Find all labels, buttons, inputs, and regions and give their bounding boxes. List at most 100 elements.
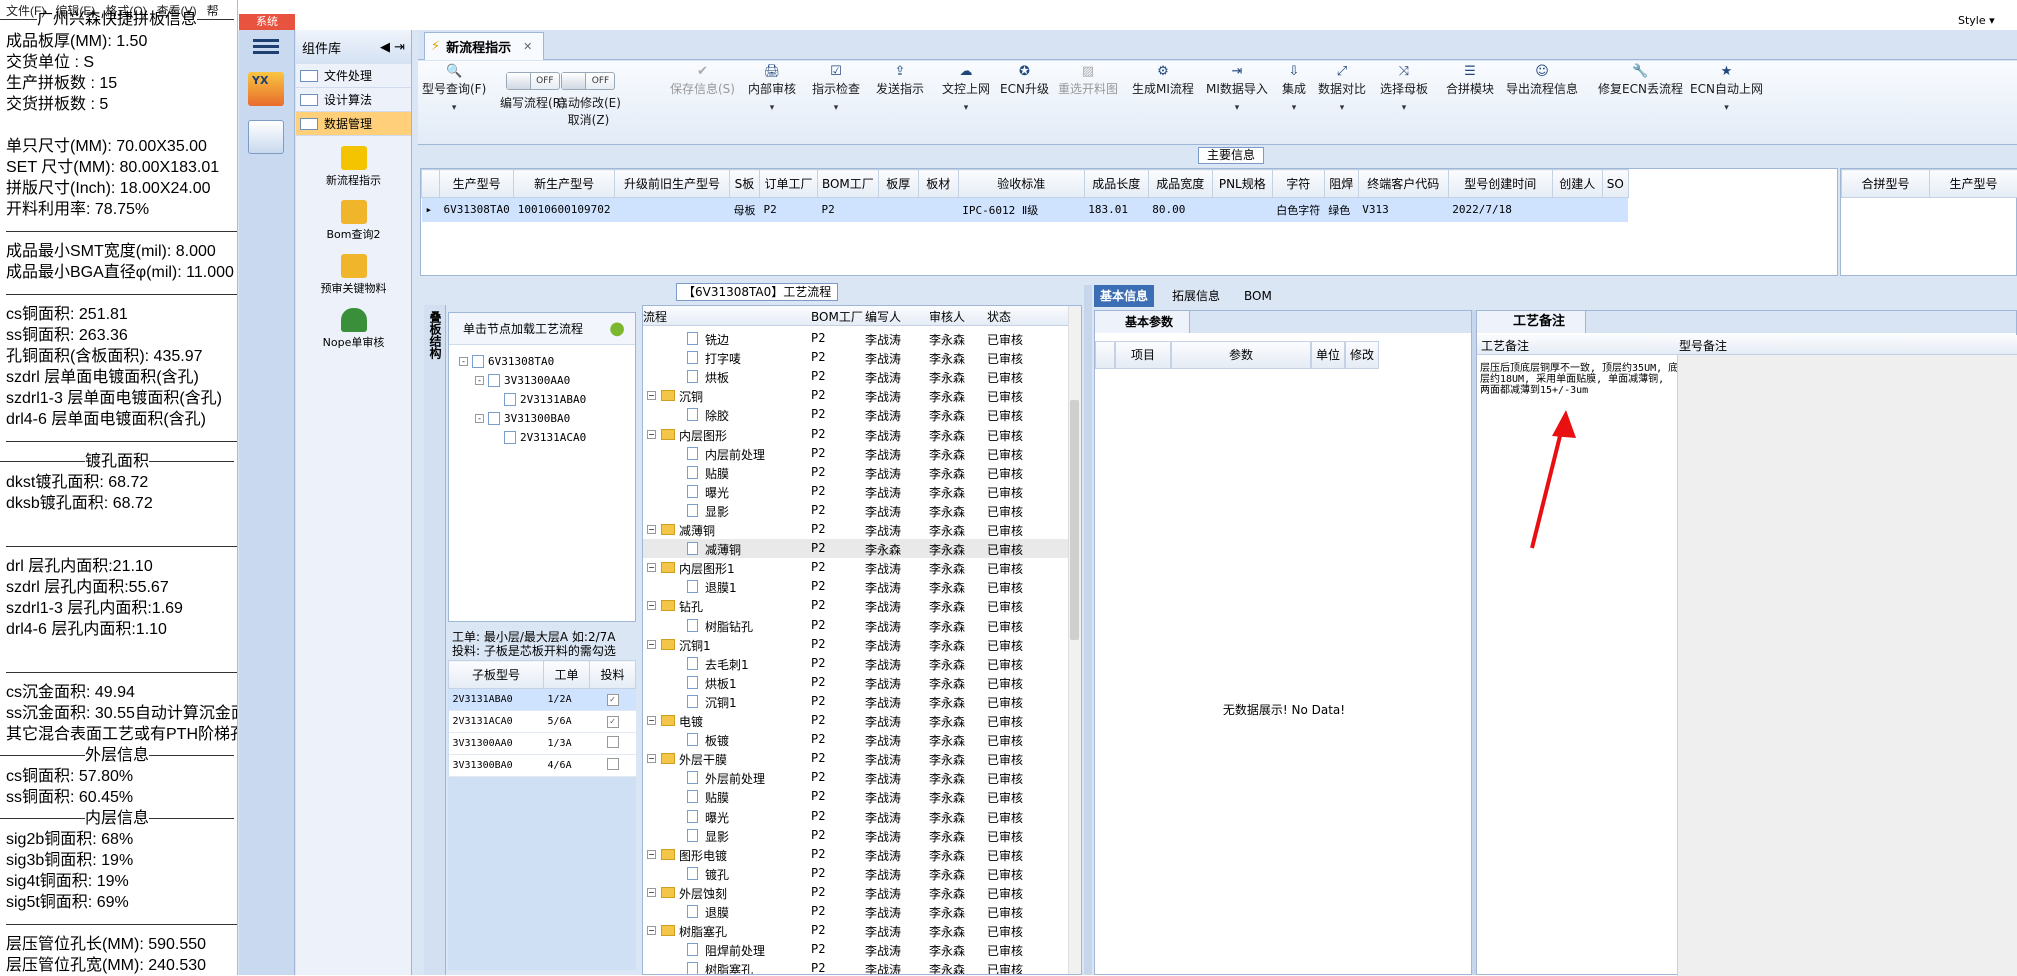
grid-column-header[interactable]: 新生产型号 bbox=[514, 170, 615, 198]
grid-cell[interactable] bbox=[918, 198, 958, 222]
grid-cell[interactable] bbox=[1552, 198, 1602, 222]
grid-cell[interactable]: 白色字符 bbox=[1272, 198, 1324, 222]
structure-side-tab[interactable]: 叠板结构 bbox=[424, 305, 446, 975]
process-row[interactable]: 减薄铜P2李永森李永森已审核 bbox=[643, 539, 1069, 558]
process-row[interactable]: 贴膜P2李战涛李永森已审核 bbox=[643, 787, 1069, 806]
table-row[interactable]: 2V3131ACA05/6A✓ bbox=[449, 711, 636, 733]
chevron-down-icon[interactable]: ▾ bbox=[942, 103, 990, 113]
grid-cell[interactable]: IPC-6012 Ⅱ级 bbox=[958, 198, 1084, 222]
chevron-down-icon[interactable]: ▾ bbox=[1282, 103, 1306, 113]
process-row[interactable]: 打字唛P2李战涛李永森已审核 bbox=[643, 348, 1069, 367]
params-column-header[interactable]: 修改 bbox=[1345, 341, 1379, 369]
grid-cell[interactable]: 6V31308TA0 bbox=[440, 198, 514, 222]
process-row[interactable]: −树脂塞孔P2李战涛李永森已审核 bbox=[643, 921, 1069, 940]
grid-column-header[interactable]: PNL规格 bbox=[1212, 170, 1272, 198]
feed-checkbox-cell[interactable] bbox=[590, 755, 636, 777]
style-menu[interactable]: Style ▾ bbox=[1958, 14, 1995, 27]
table-row[interactable]: ▸6V31308TA010010600109702母板P2P2IPC-6012 … bbox=[422, 198, 1629, 222]
feed-checkbox-cell[interactable]: ✓ bbox=[590, 689, 636, 711]
process-column-header[interactable]: 流程 bbox=[643, 308, 667, 325]
process-row[interactable]: −沉铜1P2李战涛李永森已审核 bbox=[643, 635, 1069, 654]
yx-logo-icon[interactable]: YX bbox=[248, 72, 284, 106]
process-row[interactable]: 阻焊前处理P2李战涛李永森已审核 bbox=[643, 940, 1069, 959]
process-column-header[interactable]: 审核人 bbox=[929, 308, 965, 325]
params-column-header[interactable]: 单位 bbox=[1311, 341, 1345, 369]
grid-cell[interactable]: 80.00 bbox=[1148, 198, 1212, 222]
feed-checkbox-cell[interactable]: ✓ bbox=[590, 711, 636, 733]
chevron-down-icon[interactable]: ▾ bbox=[1690, 103, 1763, 113]
ribbon-button[interactable]: ✪ECN升级 bbox=[1000, 64, 1049, 97]
collapse-icon[interactable]: − bbox=[647, 563, 656, 572]
ribbon-button[interactable]: OFF启动修改(E)取消(Z) bbox=[556, 72, 621, 128]
tree-node[interactable]: -6V31308TA0 bbox=[459, 355, 554, 368]
collapse-icon[interactable]: − bbox=[647, 888, 656, 897]
grid-cell[interactable]: 10010600109702 bbox=[514, 198, 615, 222]
expand-collapse-icon[interactable]: - bbox=[475, 376, 484, 385]
tree-node[interactable]: -3V31300AA0 bbox=[475, 374, 570, 387]
calculator-icon[interactable] bbox=[248, 120, 284, 154]
grid-cell[interactable]: P2 bbox=[759, 198, 817, 222]
process-row[interactable]: 去毛刺1P2李战涛李永森已审核 bbox=[643, 654, 1069, 673]
grid-column-header[interactable]: 订单工厂 bbox=[759, 170, 817, 198]
big-tool-0[interactable]: 新流程指示 bbox=[296, 146, 411, 188]
lib-item[interactable]: 设计算法 bbox=[296, 88, 411, 112]
system-button[interactable]: 系统 bbox=[239, 14, 295, 30]
grid-column-header[interactable]: 生产型号 bbox=[440, 170, 514, 198]
process-row[interactable]: 曝光P2李战涛李永森已审核 bbox=[643, 482, 1069, 501]
ribbon-button[interactable]: ⤢数据对比▾ bbox=[1318, 64, 1366, 113]
collapse-icons[interactable]: ◀ ⇥ bbox=[380, 40, 405, 55]
process-row[interactable]: 沉铜1P2李战涛李永森已审核 bbox=[643, 692, 1069, 711]
lib-item[interactable]: 文件处理 bbox=[296, 64, 411, 88]
grid-column-header[interactable]: 终端客户代码 bbox=[1358, 170, 1448, 198]
grid-column-header[interactable]: 合拼型号 bbox=[1842, 170, 1930, 198]
grid-column-header[interactable]: 字符 bbox=[1272, 170, 1324, 198]
process-row[interactable]: 曝光P2李战涛李永森已审核 bbox=[643, 807, 1069, 826]
collapse-icon[interactable]: − bbox=[647, 391, 656, 400]
feed-checkbox-cell[interactable] bbox=[590, 733, 636, 755]
grid-column-header[interactable]: 升级前旧生产型号 bbox=[614, 170, 729, 198]
tree-node[interactable]: 2V3131ACA0 bbox=[491, 431, 586, 444]
process-row[interactable]: 显影P2李战涛李永森已审核 bbox=[643, 826, 1069, 845]
feed-checkbox[interactable]: ✓ bbox=[607, 694, 619, 706]
process-column-header[interactable]: 状态 bbox=[987, 308, 1011, 325]
ribbon-button[interactable]: ⇩集成▾ bbox=[1282, 64, 1306, 113]
grid-cell[interactable] bbox=[1602, 198, 1628, 222]
process-row[interactable]: −内层图形P2李战涛李永森已审核 bbox=[643, 425, 1069, 444]
grid-column-header[interactable]: S板 bbox=[729, 170, 759, 198]
process-row[interactable]: 铣边P2李战涛李永森已审核 bbox=[643, 329, 1069, 348]
process-row[interactable]: −内层图形1P2李战涛李永森已审核 bbox=[643, 558, 1069, 577]
ribbon-button[interactable]: ⇪发送指示 bbox=[876, 64, 924, 97]
process-row[interactable]: 镀孔P2李战涛李永森已审核 bbox=[643, 864, 1069, 883]
grid-column-header[interactable]: 阻焊 bbox=[1324, 170, 1358, 198]
process-row[interactable]: −电镀P2李战涛李永森已审核 bbox=[643, 711, 1069, 730]
process-row[interactable]: 除胶P2李战涛李永森已审核 bbox=[643, 405, 1069, 424]
grid-column-header[interactable]: 子板型号 bbox=[449, 661, 544, 689]
grid-column-header[interactable]: 投料 bbox=[590, 661, 636, 689]
grid-cell[interactable] bbox=[614, 198, 729, 222]
ribbon-button[interactable]: ☺导出流程信息 bbox=[1506, 64, 1578, 97]
model-remark-area[interactable] bbox=[1677, 355, 2017, 976]
chevron-down-icon[interactable]: ▾ bbox=[422, 103, 486, 113]
expand-collapse-icon[interactable]: - bbox=[459, 357, 468, 366]
grid-cell[interactable]: P2 bbox=[817, 198, 878, 222]
tab-new-process[interactable]: ⚡ 新流程指示 ✕ bbox=[424, 32, 544, 60]
process-row[interactable]: −钻孔P2李战涛李永森已审核 bbox=[643, 596, 1069, 615]
process-row[interactable]: −外层蚀刻P2李战涛李永森已审核 bbox=[643, 883, 1069, 902]
feed-checkbox[interactable] bbox=[607, 758, 619, 770]
process-row[interactable]: 外层前处理P2李战涛李永森已审核 bbox=[643, 768, 1069, 787]
ribbon-button[interactable]: 🖨内部审核▾ bbox=[748, 64, 796, 113]
collapse-icon[interactable]: − bbox=[647, 640, 656, 649]
grid-cell[interactable]: 母板 bbox=[729, 198, 759, 222]
process-row[interactable]: 板镀P2李战涛李永森已审核 bbox=[643, 730, 1069, 749]
chevron-down-icon[interactable]: ▾ bbox=[1206, 103, 1268, 113]
ribbon-button[interactable]: ★ECN自动上网▾ bbox=[1690, 64, 1763, 113]
process-row[interactable]: −沉铜P2李战涛李永森已审核 bbox=[643, 386, 1069, 405]
tab-basic-0[interactable]: 基本信息 bbox=[1094, 285, 1154, 307]
process-row[interactable]: 树脂钻孔P2李战涛李永森已审核 bbox=[643, 616, 1069, 635]
table-row[interactable]: 2V3131ABA01/2A✓ bbox=[449, 689, 636, 711]
process-column-header[interactable]: BOM工厂 bbox=[811, 308, 863, 325]
toggle-switch[interactable]: OFF bbox=[561, 72, 615, 90]
collapse-icon[interactable]: − bbox=[647, 926, 656, 935]
chevron-down-icon[interactable]: ▾ bbox=[1318, 103, 1366, 113]
grid-cell[interactable]: V313 bbox=[1358, 198, 1448, 222]
